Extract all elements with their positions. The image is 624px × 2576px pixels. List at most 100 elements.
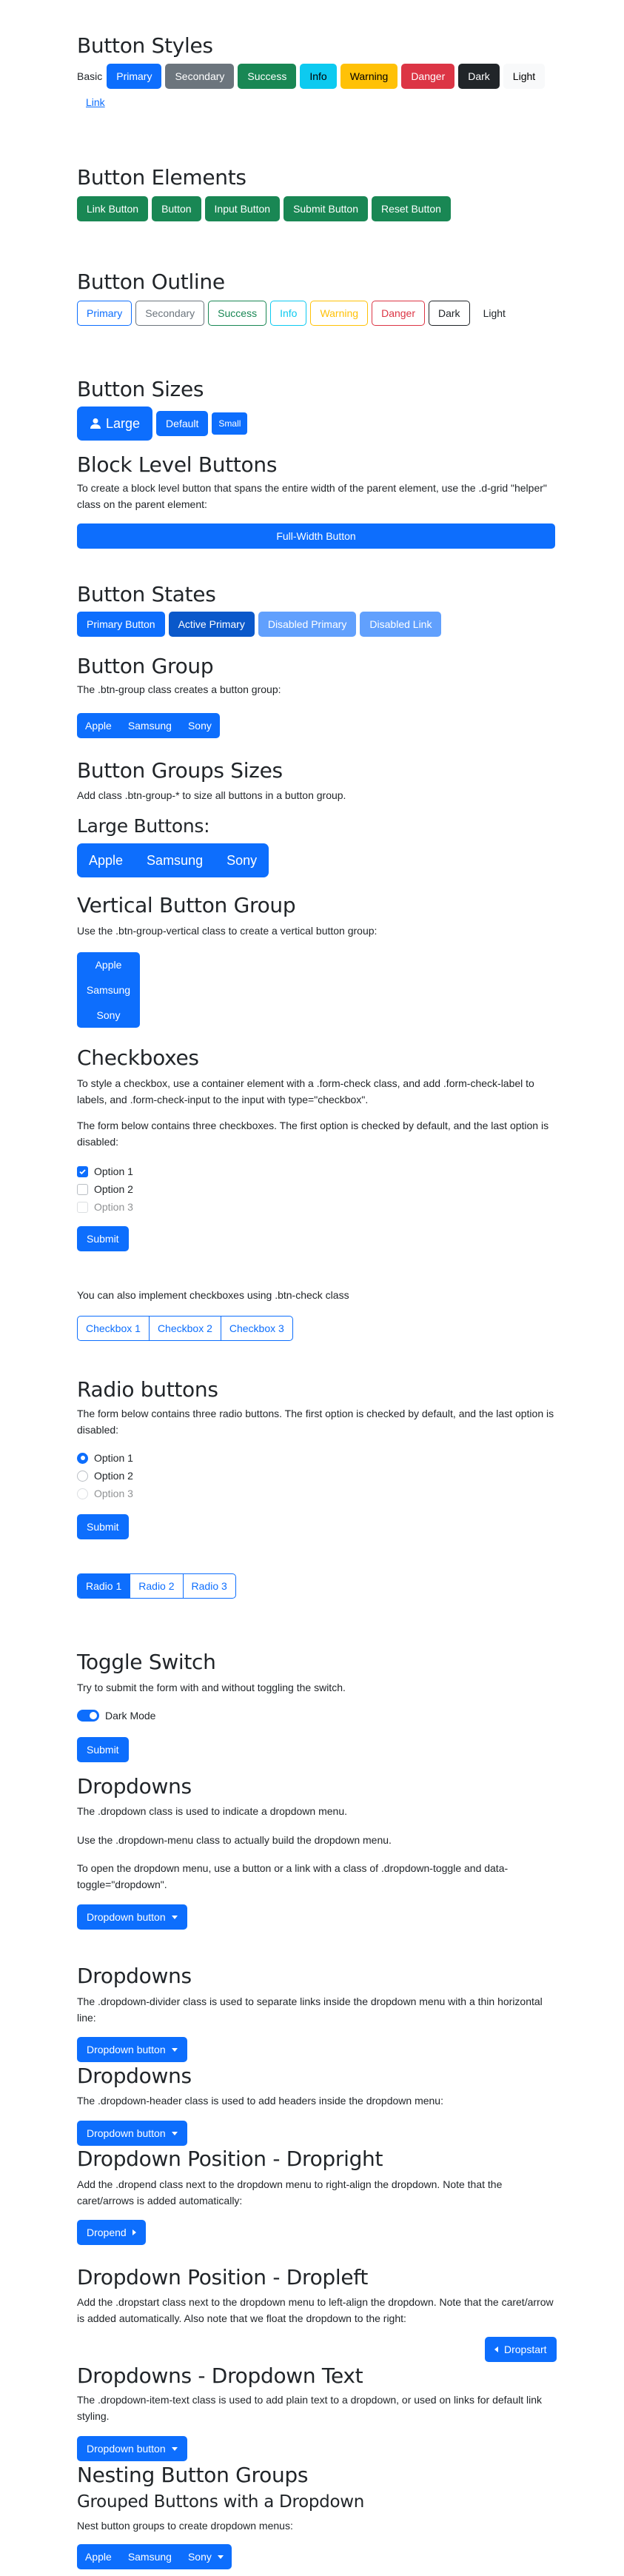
large-buttons-subtitle: Large Buttons: (77, 815, 210, 837)
nested-sony-label: Sony (187, 2551, 212, 2563)
section-title-radio-buttons: Radio buttons (77, 1377, 218, 1402)
button-group: Apple Samsung Sony (77, 713, 220, 738)
primary-state-button[interactable]: Primary Button (77, 612, 165, 637)
radio-option-2-label: Option 2 (94, 1470, 133, 1482)
outline-secondary-button[interactable]: Secondary (135, 301, 205, 326)
large-sony-button[interactable]: Sony (215, 843, 269, 877)
outline-primary-button[interactable]: Primary (77, 301, 132, 326)
checkbox-option-2-label: Option 2 (94, 1183, 133, 1195)
dropdown-button-2-label: Dropdown button (87, 2044, 166, 2055)
nested-samsung-button[interactable]: Samsung (119, 2544, 180, 2569)
checkbox-option-2[interactable]: Option 2 (77, 1180, 133, 1198)
dark-mode-label: Dark Mode (105, 1710, 156, 1722)
radio-submit-button[interactable]: Submit (77, 1514, 129, 1539)
outline-light-button[interactable]: Light (473, 301, 515, 326)
dropdowns-text-2: Use the .dropdown-menu class to actually… (77, 1834, 392, 1846)
dropend-button[interactable]: Dropend (77, 2220, 146, 2245)
checkbox-unchecked-icon[interactable] (77, 1183, 88, 1195)
dropstart-button[interactable]: Dropstart (485, 2337, 557, 2362)
dropdown-button-3[interactable]: Dropdown button (77, 2121, 187, 2146)
radio-option-1[interactable]: Option 1 (77, 1449, 133, 1467)
checkbox-checked-icon[interactable] (77, 1165, 88, 1177)
active-primary-button[interactable]: Active Primary (168, 612, 255, 637)
dropdown-button-1[interactable]: Dropdown button (77, 1904, 187, 1930)
dropleft-text: Add the .dropstart class next to the dro… (77, 2296, 554, 2324)
group-sony-button[interactable]: Sony (179, 713, 220, 738)
section-title-button-sizes: Button Sizes (77, 377, 204, 401)
submit-button-element[interactable]: Submit Button (284, 196, 368, 221)
link-button-element[interactable]: Link Button (77, 196, 149, 221)
caret-down-icon (171, 2446, 178, 2451)
section-title-group-sizes: Button Groups Sizes (77, 758, 283, 783)
caret-down-icon (171, 1915, 178, 1919)
secondary-button[interactable]: Secondary (165, 64, 235, 89)
nested-apple-button[interactable]: Apple (77, 2544, 120, 2569)
checkbox-list: Option 1 Option 2 Option 3 (77, 1162, 133, 1216)
radio-3-button[interactable]: Radio 3 (184, 1574, 235, 1598)
reset-button-element[interactable]: Reset Button (372, 196, 451, 221)
link-button[interactable]: Link (86, 96, 105, 108)
group-apple-button[interactable]: Apple (77, 713, 120, 738)
checkbox-1-button[interactable]: Checkbox 1 (78, 1317, 150, 1340)
large-button[interactable]: Large (77, 407, 153, 441)
button-outline-row: Primary Secondary Success Info Warning D… (77, 301, 519, 326)
large-button-group: Apple Samsung Sony (77, 843, 269, 877)
checkboxes-text-1: To style a checkbox, use a container ele… (77, 1077, 534, 1105)
dark-mode-toggle[interactable]: Dark Mode (77, 1707, 155, 1724)
nested-sony-dropdown[interactable]: Sony (179, 2544, 232, 2569)
outline-info-button[interactable]: Info (270, 301, 307, 326)
checkbox-submit-button[interactable]: Submit (77, 1226, 129, 1251)
section-title-vertical-group: Vertical Button Group (77, 893, 296, 917)
checkbox-button-group: Checkbox 1 Checkbox 2 Checkbox 3 (77, 1316, 293, 1341)
light-button[interactable]: Light (503, 64, 546, 89)
full-width-button[interactable]: Full-Width Button (77, 523, 555, 549)
checkbox-3-button[interactable]: Checkbox 3 (221, 1317, 292, 1340)
radio-option-2[interactable]: Option 2 (77, 1467, 133, 1485)
checkbox-option-3-label: Option 3 (94, 1201, 133, 1213)
nesting-subtitle: Grouped Buttons with a Dropdown (77, 2492, 365, 2512)
toggle-submit-button[interactable]: Submit (77, 1737, 129, 1762)
checkbox-option-1-label: Option 1 (94, 1165, 133, 1177)
vertical-apple-button[interactable]: Apple (77, 952, 140, 977)
vertical-samsung-button[interactable]: Samsung (77, 977, 140, 1003)
dropdowns-text-3: To open the dropdown menu, use a button … (77, 1862, 509, 1890)
success-button[interactable]: Success (238, 64, 297, 89)
outline-success-button[interactable]: Success (208, 301, 267, 326)
dark-button[interactable]: Dark (458, 64, 500, 89)
user-icon (90, 418, 101, 429)
radio-unselected-icon[interactable] (77, 1470, 88, 1482)
warning-button[interactable]: Warning (340, 64, 398, 89)
primary-button[interactable]: Primary (107, 64, 162, 89)
radio-2-button[interactable]: Radio 2 (130, 1574, 184, 1598)
radio-1-button[interactable]: Radio 1 (78, 1574, 131, 1598)
info-button[interactable]: Info (300, 64, 337, 89)
dropright-text: Add the .dropend class next to the dropd… (77, 2178, 503, 2207)
default-button[interactable]: Default (156, 411, 209, 436)
dropdown-button-4-label: Dropdown button (87, 2443, 166, 2455)
small-button[interactable]: Small (212, 412, 248, 435)
dropdown-button-2[interactable]: Dropdown button (77, 2037, 187, 2062)
input-button-element[interactable]: Input Button (204, 196, 281, 221)
radio-disabled-icon (77, 1488, 88, 1499)
dropdown-button-4[interactable]: Dropdown button (77, 2436, 187, 2461)
section-title-dropdowns: Dropdowns (77, 1774, 192, 1799)
checkbox-2-button[interactable]: Checkbox 2 (150, 1317, 221, 1340)
dropdown-button-1-label: Dropdown button (87, 1911, 166, 1923)
section-title-button-group: Button Group (77, 654, 214, 678)
radio-option-1-label: Option 1 (94, 1452, 133, 1464)
danger-button[interactable]: Danger (401, 64, 455, 89)
radio-selected-icon[interactable] (77, 1452, 88, 1464)
section-title-nesting: Nesting Button Groups (77, 2463, 309, 2487)
dropdowns-header-text: The .dropdown-header class is used to ad… (77, 2095, 443, 2107)
section-title-checkboxes: Checkboxes (77, 1046, 199, 1070)
large-apple-button[interactable]: Apple (77, 843, 135, 877)
outline-dark-button[interactable]: Dark (429, 301, 470, 326)
checkbox-option-1[interactable]: Option 1 (77, 1162, 133, 1180)
large-samsung-button[interactable]: Samsung (135, 843, 215, 877)
button-element[interactable]: Button (152, 196, 201, 221)
vertical-sony-button[interactable]: Sony (77, 1003, 140, 1028)
outline-danger-button[interactable]: Danger (372, 301, 425, 326)
group-samsung-button[interactable]: Samsung (119, 713, 180, 738)
outline-warning-button[interactable]: Warning (310, 301, 369, 326)
toggle-switch-icon[interactable] (77, 1710, 99, 1722)
